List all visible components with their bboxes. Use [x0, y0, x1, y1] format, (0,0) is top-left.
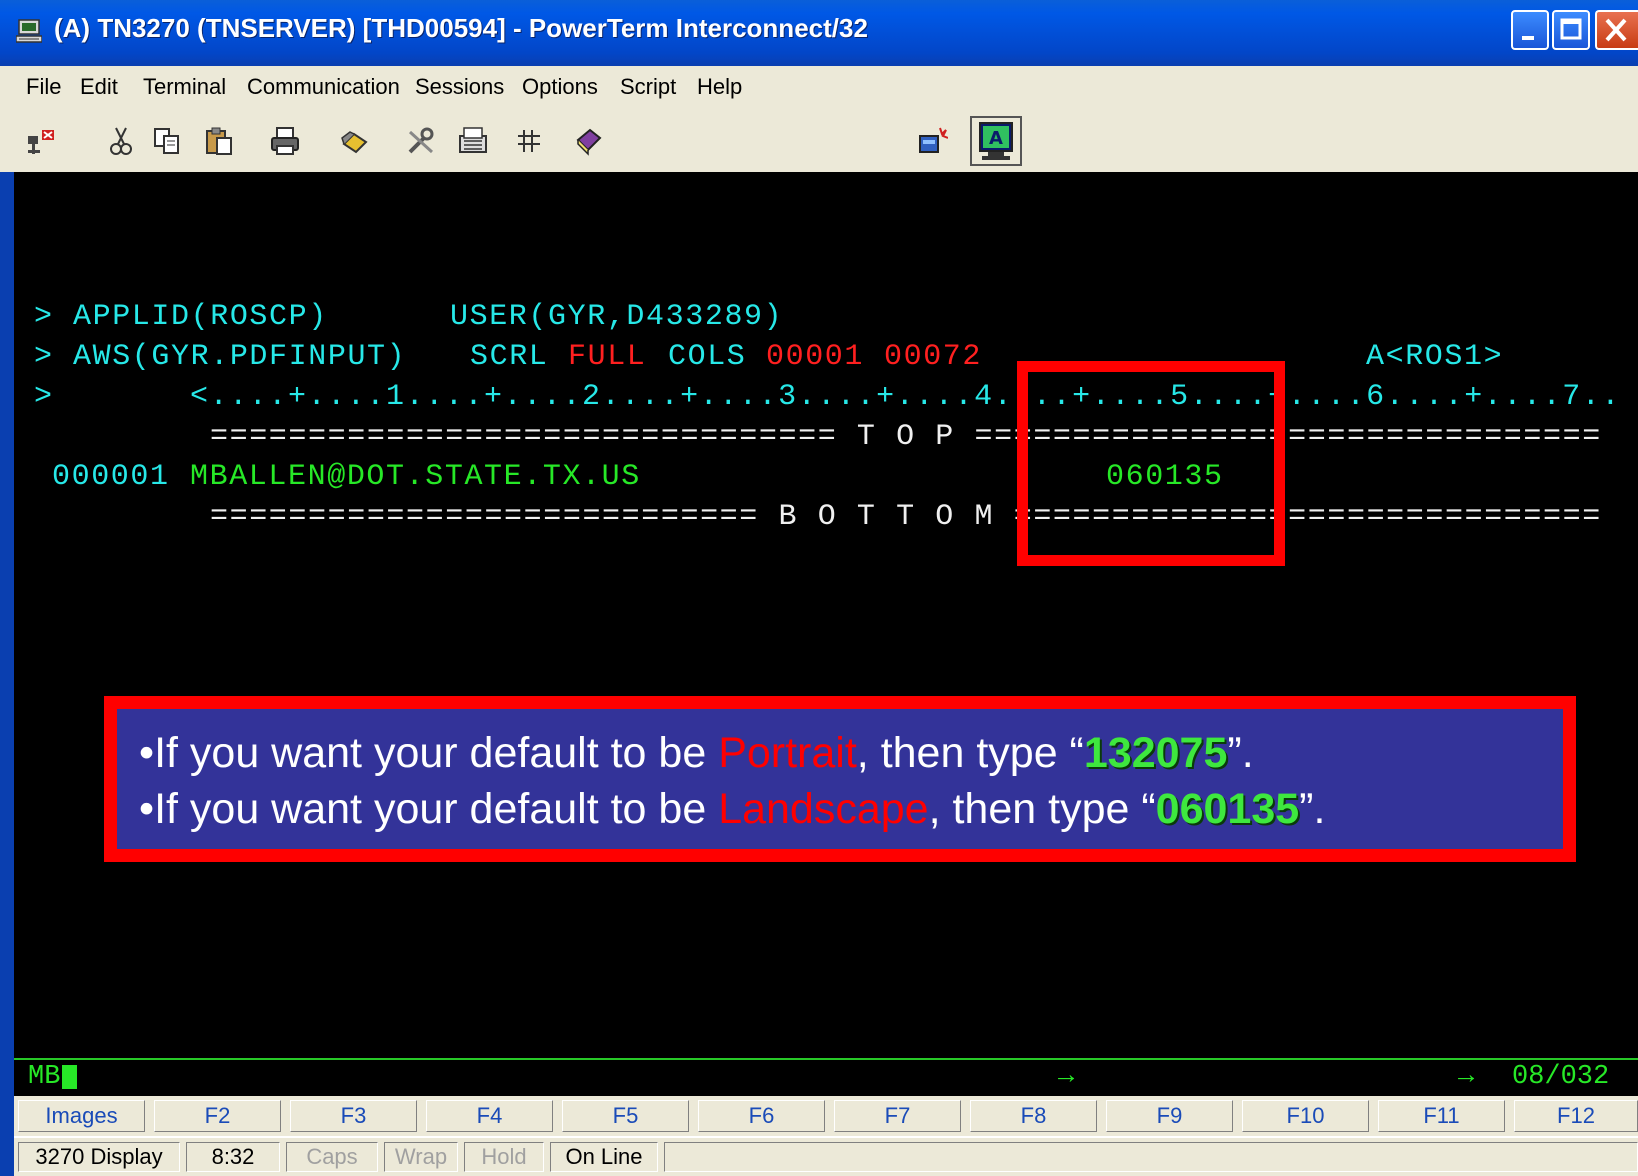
maximize-button[interactable]	[1552, 10, 1590, 50]
email-field[interactable]: MBALLEN@DOT.STATE.TX.US	[190, 460, 641, 494]
status-bar: 3270 Display 8:32 Caps Wrap Hold On Line	[14, 1138, 1638, 1176]
column-ruler: <....+....1....+....2....+....3....+....…	[190, 380, 1622, 414]
status-message-area	[664, 1142, 1638, 1172]
minimize-icon	[1522, 36, 1534, 40]
settings-icon[interactable]	[406, 126, 436, 156]
instruction-text: ”.	[1299, 785, 1326, 833]
oia-indicator: MB	[28, 1062, 61, 1092]
maximize-icon	[1560, 18, 1582, 40]
copy-icon[interactable]	[152, 126, 182, 156]
close-button[interactable]	[1595, 10, 1638, 50]
grid-icon[interactable]	[514, 126, 544, 156]
bullet: •	[139, 729, 155, 777]
svg-text:A: A	[989, 128, 1003, 149]
fkey-f4[interactable]: F4	[426, 1100, 553, 1132]
scrl-label: SCRL	[470, 340, 549, 374]
menu-options[interactable]: Options	[522, 74, 598, 100]
status-display-type: 3270 Display	[18, 1142, 180, 1172]
window-border	[0, 172, 14, 1176]
prompt: >	[34, 300, 54, 334]
menu-terminal[interactable]: Terminal	[143, 74, 226, 100]
fkey-f5[interactable]: F5	[562, 1100, 689, 1132]
menu-communication[interactable]: Communication	[247, 74, 400, 100]
top-of-data-marker: ================================ T O P =…	[210, 420, 1602, 454]
fkey-f6[interactable]: F6	[698, 1100, 825, 1132]
highlight-box	[1017, 361, 1285, 566]
instruction-text: , then type “	[928, 785, 1156, 833]
fkey-f7[interactable]: F7	[834, 1100, 961, 1132]
portrait-code: 132075	[1083, 729, 1228, 777]
instruction-text: If you want your default to be	[154, 785, 719, 833]
title-bar[interactable]: (A) TN3270 (TNSERVER) [THD00594] - Power…	[0, 0, 1638, 66]
fkey-f8[interactable]: F8	[970, 1100, 1097, 1132]
menu-edit[interactable]: Edit	[80, 74, 118, 100]
window-title: (A) TN3270 (TNSERVER) [THD00594] - Power…	[54, 13, 868, 43]
cursor-block	[62, 1065, 77, 1089]
fkey-images[interactable]: Images	[18, 1100, 145, 1132]
fkey-f10[interactable]: F10	[1242, 1100, 1369, 1132]
fkey-f12[interactable]: F12	[1514, 1100, 1638, 1132]
insert-arrow-icon: →	[1058, 1062, 1075, 1092]
fkey-f9[interactable]: F9	[1106, 1100, 1233, 1132]
bottom-of-data-marker: ============================ B O T T O M…	[210, 500, 1602, 534]
fkey-f2[interactable]: F2	[154, 1100, 281, 1132]
capture-icon[interactable]	[918, 126, 948, 156]
instruction-callout: •If you want your default to be Portrait…	[104, 696, 1576, 862]
cut-icon[interactable]	[106, 126, 136, 156]
paste-icon[interactable]	[204, 126, 234, 156]
print-icon[interactable]	[270, 126, 300, 156]
applid-text: APPLID(ROSCP)	[73, 300, 328, 334]
mode-portrait: Portrait	[718, 729, 857, 777]
status-wrap: Wrap	[384, 1142, 458, 1172]
fkey-f3[interactable]: F3	[290, 1100, 417, 1132]
user-text: USER(GYR,D433289)	[450, 300, 784, 334]
landscape-code: 060135	[1155, 785, 1300, 833]
instruction-text: ”.	[1227, 729, 1254, 777]
close-icon	[1605, 18, 1627, 42]
cursor-position: 08/032	[1512, 1062, 1610, 1092]
scroll-amount-field[interactable]: FULL	[568, 340, 646, 374]
menu-script[interactable]: Script	[620, 74, 676, 100]
aws-text: AWS(GYR.PDFINPUT)	[73, 340, 407, 374]
macro-icon[interactable]	[340, 126, 370, 156]
terminal-app-icon[interactable]	[16, 19, 42, 43]
menu-help[interactable]: Help	[697, 74, 742, 100]
status-hold: Hold	[464, 1142, 544, 1172]
mode-landscape: Landscape	[718, 785, 929, 833]
menu-sessions[interactable]: Sessions	[415, 74, 504, 100]
application-window: (A) TN3270 (TNSERVER) [THD00594] - Power…	[0, 0, 1638, 1176]
instruction-text: , then type “	[856, 729, 1084, 777]
field-arrow-icon: →	[1458, 1062, 1475, 1092]
instruction-portrait: •If you want your default to be Portrait…	[139, 729, 1254, 778]
book-icon[interactable]	[574, 126, 604, 156]
prompt: >	[34, 380, 54, 414]
status-online: On Line	[550, 1142, 658, 1172]
line-number: 000001	[52, 460, 170, 494]
terminal-screen[interactable]: > APPLID(ROSCP) USER(GYR,D433289) > AWS(…	[14, 172, 1638, 1058]
keyboard-icon[interactable]	[458, 126, 488, 156]
instruction-text: If you want your default to be	[154, 729, 719, 777]
cols-label: COLS	[668, 340, 747, 374]
col-to: 00072	[884, 340, 983, 374]
toolbar: A	[0, 108, 1638, 173]
disconnect-icon[interactable]	[26, 126, 56, 156]
ros-indicator: A<ROS1>	[1366, 340, 1504, 374]
menu-file[interactable]: File	[26, 74, 61, 100]
minimize-button[interactable]	[1511, 10, 1549, 50]
status-caps: Caps	[286, 1142, 378, 1172]
col-from: 00001	[766, 340, 865, 374]
bullet: •	[139, 785, 155, 833]
menu-bar: File Edit Terminal Communication Session…	[0, 66, 1638, 109]
display-a-icon[interactable]: A	[970, 116, 1022, 166]
status-time: 8:32	[186, 1142, 280, 1172]
function-key-bar: Images F2 F3 F4 F5 F6 F7 F8 F9 F10 F11 F…	[14, 1096, 1638, 1136]
fkey-f11[interactable]: F11	[1378, 1100, 1505, 1132]
prompt: >	[34, 340, 54, 374]
operator-info-area: MB → → 08/032	[14, 1058, 1638, 1096]
instruction-landscape: •If you want your default to be Landscap…	[139, 785, 1325, 834]
